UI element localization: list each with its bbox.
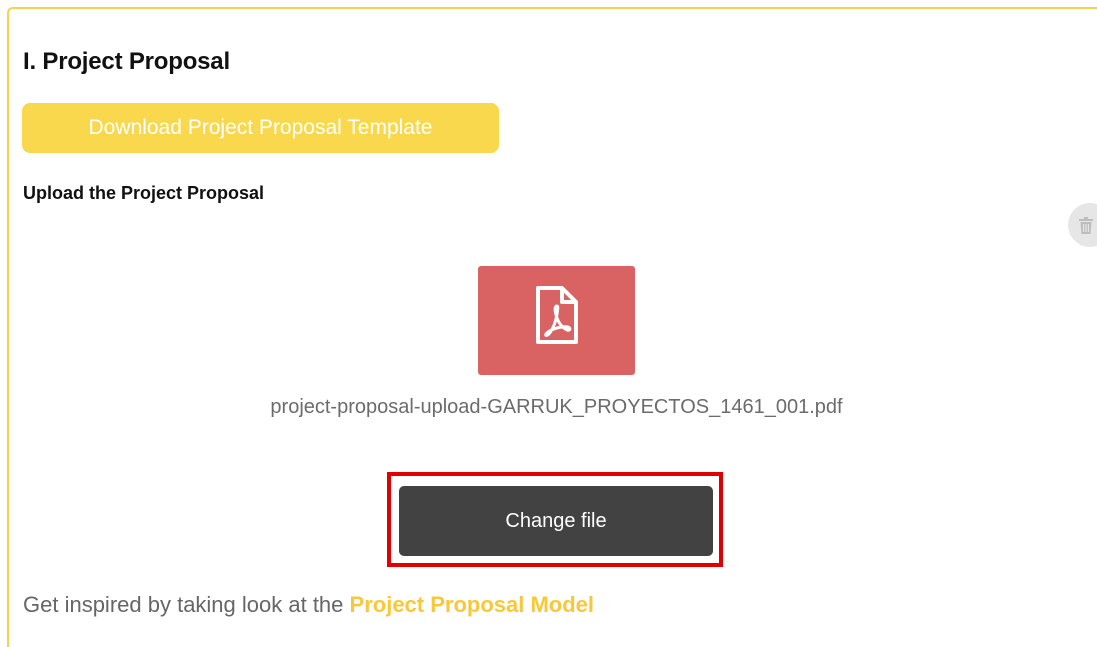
inspire-prefix: Get inspired by taking look at the (23, 592, 350, 617)
trash-icon (1079, 217, 1093, 234)
uploaded-file-preview (478, 266, 635, 375)
download-template-button[interactable]: Download Project Proposal Template (22, 103, 499, 153)
project-proposal-model-link[interactable]: Project Proposal Model (350, 592, 595, 617)
pdf-file-icon (536, 286, 578, 344)
section-title: I. Project Proposal (23, 48, 230, 75)
file-name: project-proposal-upload-GARRUK_PROYECTOS… (270, 396, 843, 418)
inspire-text: Get inspired by taking look at the Proje… (23, 592, 594, 618)
change-file-button[interactable]: Change file (399, 486, 713, 556)
upload-label: Upload the Project Proposal (23, 183, 265, 203)
